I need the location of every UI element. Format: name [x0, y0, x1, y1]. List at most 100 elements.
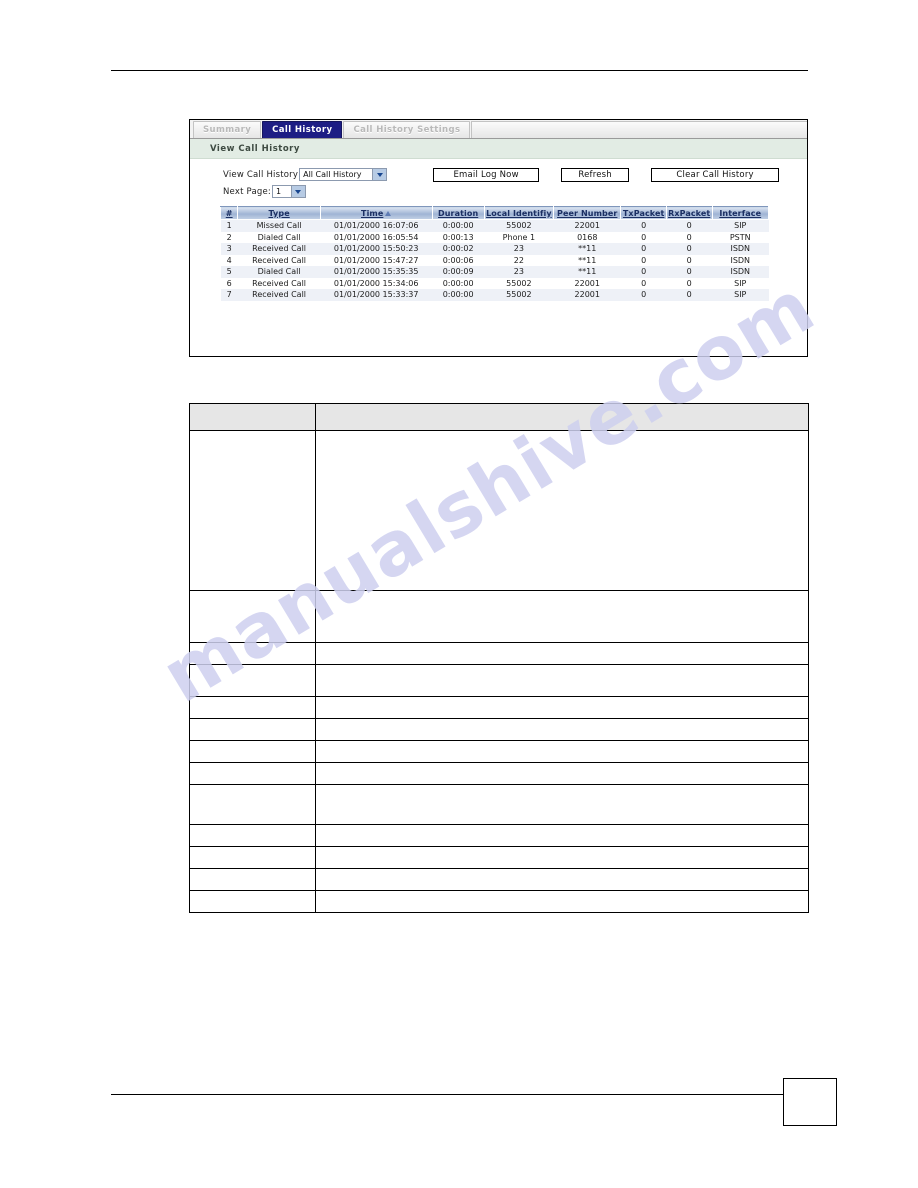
cell-local-identify: Phone 1 [484, 231, 554, 243]
cell-time: 01/01/2000 16:07:06 [320, 219, 433, 232]
tab-bar-filler [471, 121, 807, 138]
cell-time: 01/01/2000 16:05:54 [320, 231, 433, 243]
controls-panel: View Call History All Call History Email… [190, 159, 807, 204]
tab-bar: Summary Call History Call History Settin… [190, 120, 807, 139]
column-header-rx-packet[interactable]: RxPacket [665, 206, 713, 220]
page-number [784, 1079, 836, 1125]
cell-type: Received Call [237, 243, 321, 255]
cell-duration: 0:00:00 [432, 289, 485, 301]
cell-interface: ISDN [712, 243, 769, 255]
cell-local-identify: 55002 [484, 289, 554, 301]
cell-time: 01/01/2000 15:34:06 [320, 277, 433, 289]
column-header-time[interactable]: Time [319, 206, 433, 220]
cell-peer-number: 22001 [553, 289, 621, 301]
description-cell-label [189, 846, 316, 869]
cell-tx-packet: 0 [620, 219, 667, 232]
tab-call-history[interactable]: Call History [262, 121, 343, 138]
table-row [189, 846, 809, 869]
description-cell-label [189, 590, 316, 643]
column-header-index[interactable]: # [219, 206, 239, 220]
cell-duration: 0:00:09 [432, 266, 485, 278]
next-page-value: 1 [275, 187, 282, 196]
table-row [189, 824, 809, 847]
table-row [189, 868, 809, 891]
description-cell-label [189, 762, 316, 785]
email-log-now-button[interactable]: Email Log Now [433, 167, 540, 182]
cell-tx-packet: 0 [620, 266, 667, 278]
cell-index: 4 [220, 254, 238, 266]
cell-peer-number: **11 [553, 266, 621, 278]
table-row[interactable]: 5 Dialed Call 01/01/2000 15:35:35 0:00:09 23… [220, 266, 769, 278]
cell-local-identify: 55002 [484, 219, 554, 232]
table-row [189, 664, 809, 697]
cell-index: 7 [220, 289, 238, 301]
cell-peer-number: 0168 [553, 231, 621, 243]
tab-summary[interactable]: Summary [193, 121, 262, 138]
cell-peer-number: 22001 [553, 219, 621, 232]
column-header-type[interactable]: Type [237, 206, 321, 220]
clear-call-history-button[interactable]: Clear Call History [651, 167, 780, 182]
tab-call-history-label: Call History [272, 125, 333, 135]
description-table [189, 403, 809, 913]
description-cell-label [189, 430, 316, 591]
cell-local-identify: 23 [484, 266, 554, 278]
description-cell-description [315, 642, 809, 665]
table-row[interactable]: 7 Received Call 01/01/2000 15:33:37 0:00:00… [220, 289, 769, 301]
description-header-description [315, 403, 809, 431]
table-row [189, 430, 809, 591]
description-cell-description [315, 696, 809, 719]
cell-duration: 0:00:02 [432, 243, 485, 255]
cell-local-identify: 23 [484, 243, 554, 255]
cell-type: Dialed Call [237, 231, 321, 243]
table-row[interactable]: 4 Received Call 01/01/2000 15:47:27 0:00:06… [220, 254, 769, 266]
description-cell-label [189, 696, 316, 719]
description-cell-description [315, 824, 809, 847]
description-cell-description [315, 718, 809, 741]
description-cell-description [315, 740, 809, 763]
chevron-down-icon [372, 169, 387, 180]
cell-tx-packet: 0 [620, 231, 667, 243]
view-call-history-label: View Call History [223, 169, 299, 180]
call-history-table: # Type Time Duration Local Identifiy Pee… [219, 206, 769, 301]
cell-rx-packet: 0 [666, 254, 712, 266]
table-row[interactable]: 2 Dialed Call 01/01/2000 16:05:54 0:00:13 Ph… [220, 231, 769, 243]
column-header-interface[interactable]: Interface [711, 206, 769, 220]
view-call-history-value: All Call History [303, 170, 362, 179]
column-header-tx-packet[interactable]: TxPacket [620, 206, 667, 220]
table-row [189, 590, 809, 643]
cell-index: 1 [220, 219, 238, 232]
table-row[interactable]: 3 Received Call 01/01/2000 15:50:23 0:00:02… [220, 243, 769, 255]
section-title: View Call History [210, 143, 300, 154]
cell-index: 2 [220, 231, 238, 243]
document-page: Summary Call History Call History Settin… [0, 0, 918, 1188]
tab-call-history-settings[interactable]: Call History Settings [343, 121, 471, 138]
cell-index: 3 [220, 243, 238, 255]
column-header-type-label: Type [268, 208, 290, 218]
column-header-duration[interactable]: Duration [431, 206, 485, 220]
cell-rx-packet: 0 [666, 289, 712, 301]
refresh-button[interactable]: Refresh [561, 167, 630, 182]
table-row[interactable]: 6 Received Call 01/01/2000 15:34:06 0:00:00… [220, 277, 769, 289]
cell-tx-packet: 0 [620, 277, 667, 289]
cell-local-identify: 22 [484, 254, 554, 266]
cell-index: 6 [220, 277, 238, 289]
column-header-peer-number[interactable]: Peer Number [553, 206, 622, 220]
cell-type: Missed Call [237, 219, 321, 232]
column-header-local-identify[interactable]: Local Identifiy [483, 206, 555, 220]
table-row [189, 718, 809, 741]
cell-tx-packet: 0 [620, 243, 667, 255]
view-call-history-select[interactable]: All Call History [299, 168, 388, 181]
header-rule [111, 70, 808, 71]
next-page-select[interactable]: 1 [271, 185, 306, 198]
cell-time: 01/01/2000 15:47:27 [320, 254, 433, 266]
table-row[interactable]: 1 Missed Call 01/01/2000 16:07:06 0:00:00 55… [220, 219, 769, 232]
description-cell-description [315, 846, 809, 869]
cell-duration: 0:00:00 [432, 219, 485, 232]
chevron-down-icon [290, 186, 305, 197]
description-header-label [189, 403, 316, 431]
view-call-history-row: View Call History All Call History Email… [190, 167, 807, 182]
sort-ascending-icon [385, 210, 392, 216]
cell-peer-number: **11 [553, 243, 621, 255]
cell-type: Dialed Call [237, 266, 321, 278]
cell-interface: SIP [712, 219, 769, 232]
